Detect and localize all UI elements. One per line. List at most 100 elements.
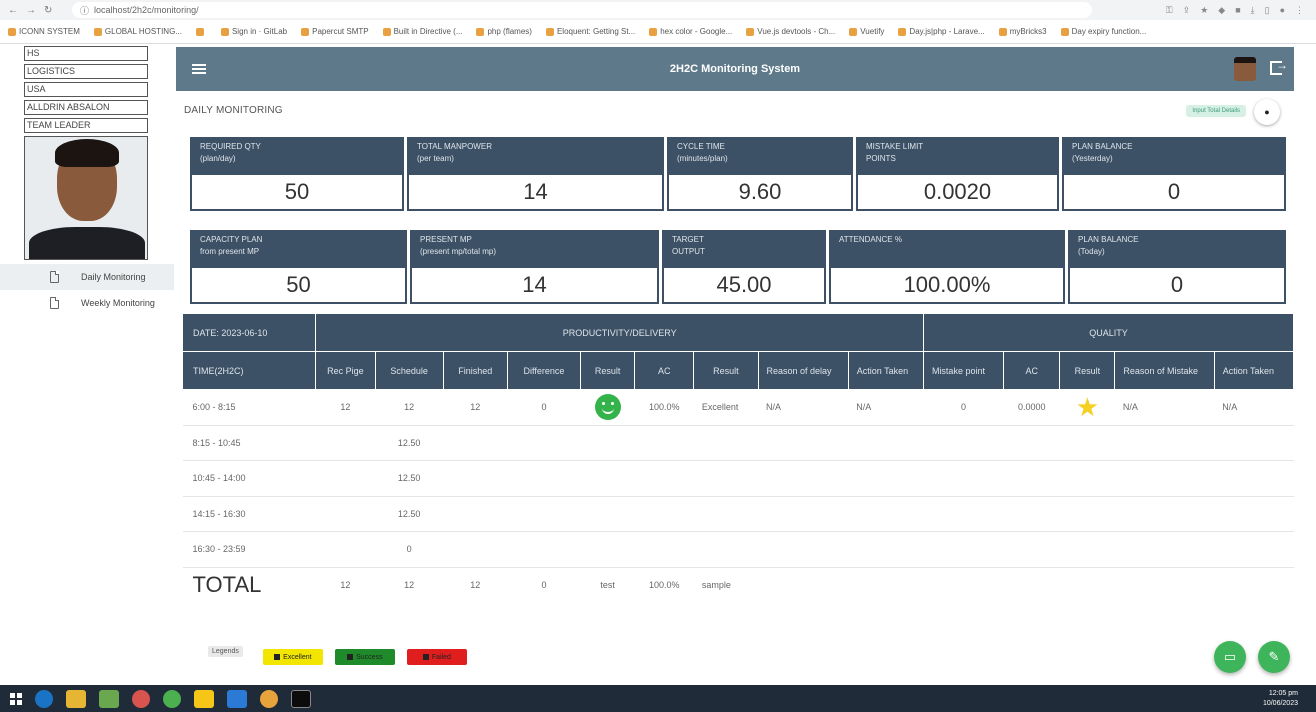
windows-start-icon[interactable] (10, 692, 22, 705)
avatar[interactable] (1234, 57, 1256, 81)
table-cell (1214, 531, 1294, 568)
kpi-value: 0.0020 (856, 175, 1059, 211)
bookmark-item[interactable]: hex color - Google... (649, 27, 732, 36)
legend-title: Legends (208, 645, 243, 657)
star-icon: ★ (1075, 392, 1099, 423)
app-icon[interactable] (163, 689, 181, 708)
bookmark-label: GLOBAL HOSTING... (104, 27, 182, 36)
input-total-details-button[interactable]: Input Total Details (1186, 105, 1246, 117)
logout-icon[interactable] (1270, 58, 1288, 75)
bookmark-icon (649, 27, 658, 36)
chrome-icon[interactable] (260, 689, 278, 708)
info-department: HS (24, 46, 148, 61)
table-cell (315, 531, 376, 568)
result-cell (1059, 425, 1115, 461)
table-cell: 0 (541, 580, 547, 591)
share-icon[interactable]: ⇪ (1183, 5, 1191, 16)
notes-icon[interactable] (194, 689, 214, 708)
puzzle-icon[interactable]: ■ (1235, 5, 1240, 16)
bookmark-item[interactable]: php (flames) (476, 27, 532, 36)
kpi-label: REQUIRED QTY (200, 142, 261, 151)
bookmark-item[interactable]: Built in Directive (... (382, 27, 462, 36)
sidebar: HS LOGISTICS USA ALLDRIN ABSALON TEAM LE… (0, 44, 174, 685)
bookmark-item[interactable]: Day expiry function... (1060, 27, 1146, 36)
key-icon[interactable]: ⚿ (1166, 5, 1173, 16)
sidebar-item-daily-monitoring[interactable]: Daily Monitoring (0, 264, 174, 290)
table-cell (1214, 496, 1294, 532)
clock-date: 10/06/2023 (1262, 699, 1298, 707)
column-header: Result (693, 351, 759, 390)
table-cell: 0 (507, 389, 581, 426)
table-cell (634, 460, 694, 497)
table-cell (315, 460, 376, 497)
reload-icon[interactable]: ↻ (44, 5, 52, 16)
kpi-plan-balance-today: PLAN BALANCE (Today) 0 (1068, 230, 1286, 304)
sidepanel-icon[interactable]: ▯ (1265, 5, 1270, 16)
menu-icon[interactable] (192, 62, 206, 76)
bookmark-item[interactable]: Vue.js devtools - Ch... (746, 27, 835, 36)
terminal-icon[interactable] (291, 689, 311, 708)
back-icon[interactable]: ← (8, 5, 18, 16)
vscode-icon[interactable] (227, 689, 247, 708)
bookmark-item[interactable]: Sign in · GitLab (220, 27, 288, 36)
bookmark-icon (849, 27, 858, 36)
sidebar-item-weekly-monitoring[interactable]: Weekly Monitoring (0, 290, 174, 316)
bookmark-item[interactable]: myBricks3 (998, 27, 1047, 36)
comment-button[interactable]: ▭ (1214, 641, 1246, 673)
bookmark-item[interactable]: Day.js|php - Larave... (898, 27, 985, 36)
time-slot: 10:45 - 14:00 (182, 460, 316, 497)
kpi-sublabel: (minutes/plan) (677, 154, 728, 163)
bookmark-item[interactable]: ICONN SYSTEM (8, 27, 80, 36)
kpi-sublabel: (Yesterday) (1072, 154, 1113, 163)
info-location: USA (24, 82, 148, 97)
table-cell: 12 (470, 580, 481, 591)
kpi-value: 14 (410, 268, 659, 304)
user-menu-button[interactable]: ● (1254, 99, 1280, 125)
clock-time: 12:05 pm (1268, 689, 1298, 697)
chrome-icon[interactable] (132, 689, 150, 708)
profile-icon[interactable]: ● (1280, 5, 1285, 16)
file-explorer-icon[interactable] (66, 689, 86, 708)
bookmark-item[interactable]: GLOBAL HOSTING... (93, 27, 182, 36)
legend-label: Failed (431, 653, 451, 661)
result-cell (580, 460, 635, 497)
menu-icon[interactable]: ⋮ (1295, 5, 1304, 16)
bookmark-label: php (flames) (487, 27, 532, 36)
kpi-sublabel: (present mp/total mp) (420, 247, 497, 256)
bookmark-item[interactable] (195, 27, 207, 36)
legend: Legends Excellent Success Failed (208, 645, 467, 665)
address-bar[interactable]: ⓘ localhost/2h2c/monitoring/ (72, 2, 1092, 18)
table-cell (443, 425, 508, 461)
app-icon[interactable] (99, 689, 119, 708)
extension-icons: ⚿ ⇪ ★ ◆ ■ ⤓ ▯ ● ⋮ (1166, 5, 1316, 16)
table-cell: 12.50 (375, 425, 444, 461)
edit-button[interactable]: ✎ (1258, 641, 1290, 673)
kpi-attendance: ATTENDANCE % 100.00% (829, 230, 1065, 304)
system-clock[interactable]: 12:05 pm 10/06/2023 (1263, 689, 1298, 709)
browser-toolbar: ← → ↻ ⓘ localhost/2h2c/monitoring/ ⚿ ⇪ ★… (0, 0, 1316, 20)
edge-icon[interactable] (35, 689, 53, 708)
bookmark-icon (998, 27, 1007, 36)
table-cell: 100.0% (649, 580, 680, 591)
kpi-value: 0 (1062, 175, 1286, 211)
table-cell (693, 460, 759, 497)
table-cell: N/A (848, 389, 924, 426)
table-cell (693, 425, 759, 461)
info-position: TEAM LEADER (24, 118, 148, 133)
download-icon[interactable]: ⤓ (1251, 5, 1255, 16)
table-row: 6:00 - 8:15 12 12 12 0 100.0% Excellent N/A N/A 0… (182, 389, 1294, 426)
bookmark-icon (382, 27, 391, 36)
bookmark-item[interactable]: Vuetify (849, 27, 884, 36)
kpi-value: 45.00 (662, 268, 826, 304)
table-cell (634, 531, 694, 568)
bookmark-label: Sign in · GitLab (231, 27, 288, 36)
extension-icon[interactable]: ◆ (1218, 5, 1225, 16)
star-icon[interactable]: ★ (1200, 5, 1208, 16)
table-cell: N/A (758, 389, 849, 426)
legend-label: Success (356, 653, 383, 661)
info-section: LOGISTICS (24, 64, 148, 79)
bookmark-item[interactable]: Papercut SMTP (301, 27, 369, 36)
bookmark-label: hex color - Google... (660, 27, 733, 36)
forward-icon[interactable]: → (26, 5, 36, 16)
bookmark-item[interactable]: Eloquent: Getting St... (545, 27, 635, 36)
